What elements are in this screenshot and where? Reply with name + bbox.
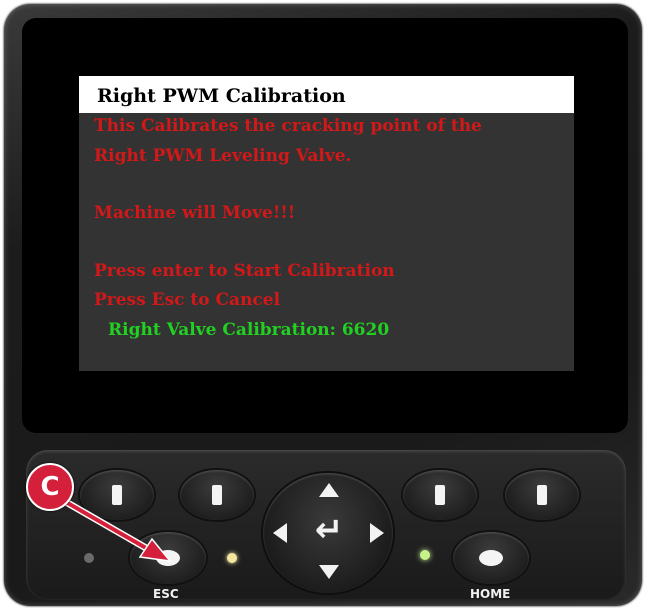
callout-arrow [48,490,172,562]
callout-marker: C [26,463,74,511]
